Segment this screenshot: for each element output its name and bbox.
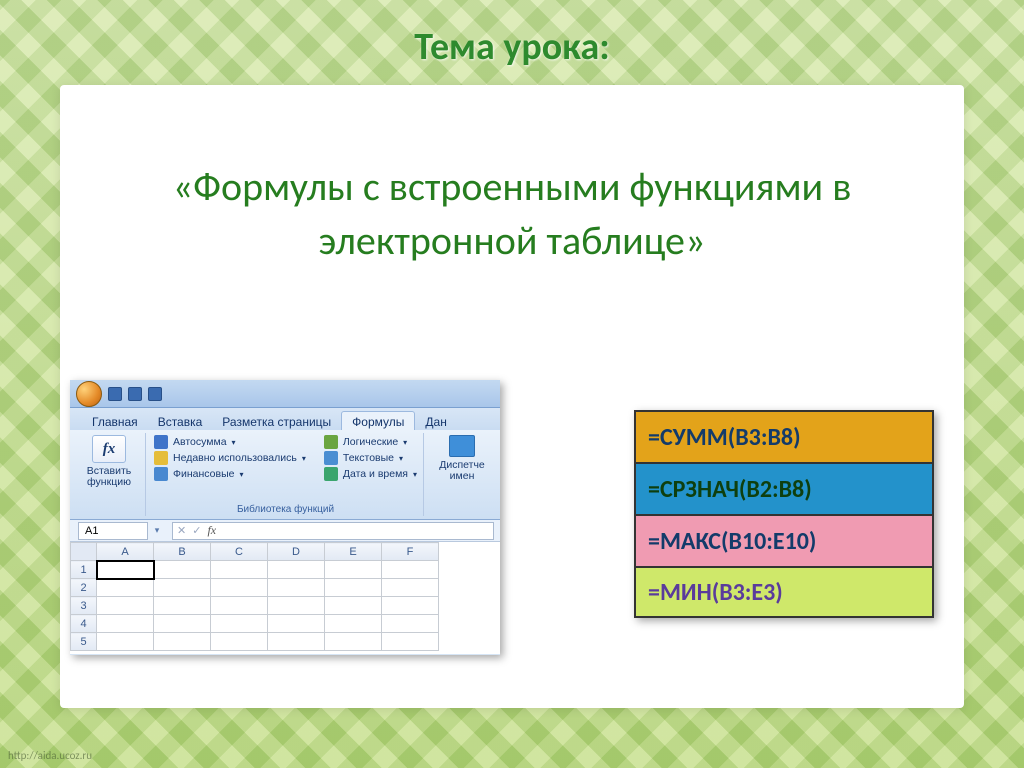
tab-data: Дан [415,412,456,430]
fx-label-icon: fx [207,523,216,538]
cmd-logical: Логические ▾ [324,435,417,449]
tab-insert: Вставка [148,412,213,430]
name-manager-button: Диспетче имен [432,435,492,482]
row-header: 5 [71,633,97,651]
insert-function-label: Вставить функцию [87,466,132,488]
fx-icon: fx [92,435,126,463]
tab-formulas: Формулы [341,411,415,430]
formula-bar: ✕ ✓ fx [172,522,494,540]
row-header: 4 [71,615,97,633]
group-caption-library: Библиотека функций [154,504,417,516]
select-all-corner [71,543,97,561]
logic-icon [324,435,338,449]
formula-bar-row: A1 ▾ ✕ ✓ fx [70,520,500,542]
formula-sum: =СУММ(B3:B8) [634,410,934,462]
slide-heading: Тема урока: [0,24,1024,70]
star-icon [154,451,168,465]
sigma-icon [154,435,168,449]
row-header: 2 [71,579,97,597]
name-manager-icon [449,435,475,457]
cmd-datetime: Дата и время ▾ [324,467,417,481]
qat-undo-icon [128,387,142,401]
tab-pagelayout: Разметка страницы [212,412,341,430]
clock-icon [324,467,338,481]
cmd-financial: Финансовые ▾ [154,467,306,481]
formula-avg: =СРЗНАЧ(B2:B8) [634,462,934,514]
name-box: A1 [78,522,148,540]
col-header: E [325,543,382,561]
slide-subtitle: «Формулы с встроенными функциями в элект… [60,160,964,268]
worksheet-grid: A B C D E F 1 2 3 4 5 [70,542,500,654]
text-icon [324,451,338,465]
qat-redo-icon [148,387,162,401]
excel-screenshot: Главная Вставка Разметка страницы Формул… [70,380,500,655]
col-header: C [211,543,268,561]
col-header: F [382,543,439,561]
col-header: B [154,543,211,561]
cmd-recent: Недавно использовались ▾ [154,451,306,465]
col-header: D [268,543,325,561]
name-manager-label: Диспетче имен [439,460,485,482]
footer-url: http://aida.ucoz.ru [8,749,92,762]
row-header: 1 [71,561,97,579]
formula-min: =МИН(B3:E3) [634,566,934,618]
cell-a1 [97,561,154,579]
cmd-text: Текстовые ▾ [324,451,417,465]
qat-save-icon [108,387,122,401]
ribbon-tabs: Главная Вставка Разметка страницы Формул… [70,408,500,430]
formula-examples: =СУММ(B3:B8) =СРЗНАЧ(B2:B8) =МАКС(B10:E1… [634,410,934,618]
quick-access-toolbar [70,380,500,408]
col-header: A [97,543,154,561]
cmd-autosum: Автосумма ▾ [154,435,306,449]
ribbon-body: fx Вставить функцию Автосумма ▾ Недавно … [70,430,500,520]
office-button-icon [76,381,102,407]
tab-home: Главная [82,412,148,430]
row-header: 3 [71,597,97,615]
book-icon [154,467,168,481]
formula-max: =МАКС(B10:E10) [634,514,934,566]
insert-function-button: fx Вставить функцию [79,435,139,488]
